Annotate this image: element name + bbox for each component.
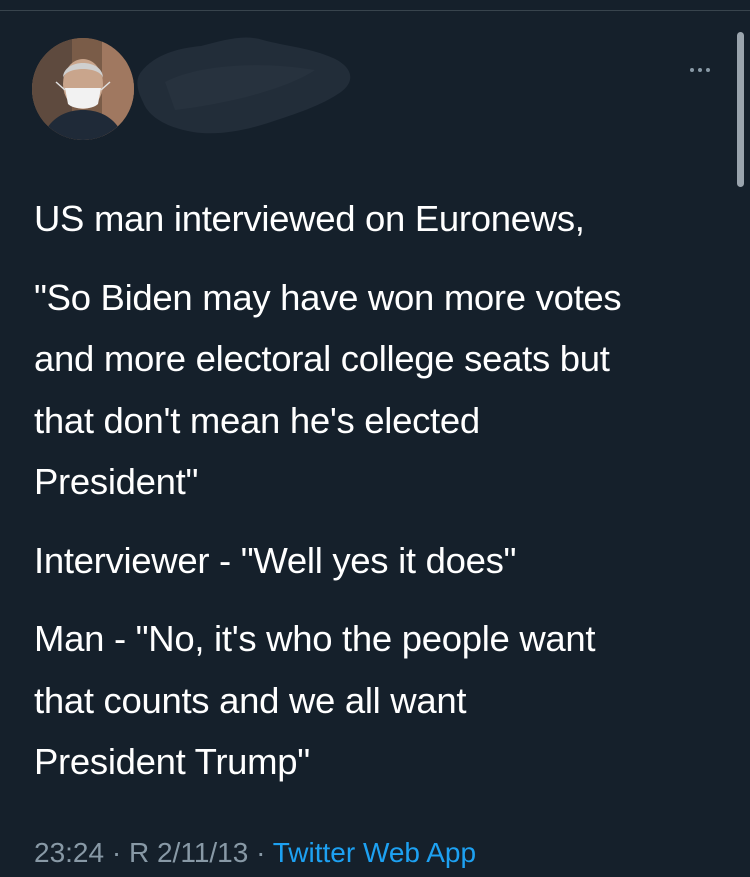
tweet-paragraph: Interviewer - "Well yes it does" xyxy=(34,539,517,581)
avatar[interactable] xyxy=(32,38,134,140)
meta-separator: · xyxy=(248,837,273,868)
tweet-time[interactable]: 23:24 xyxy=(34,837,104,868)
tweet-meta: 23:24 · R 2/11/13 · Twitter Web App xyxy=(34,833,476,873)
tweet-date[interactable]: R 2/11/13 xyxy=(129,837,248,868)
more-options-button[interactable] xyxy=(680,60,720,80)
avatar-image xyxy=(32,38,134,140)
tweet-paragraph: "So Biden may have won more votes and mo… xyxy=(34,276,622,503)
tweet-source-link[interactable]: Twitter Web App xyxy=(273,837,476,868)
scrollbar-thumb[interactable] xyxy=(737,32,744,187)
redacted-name xyxy=(137,37,351,134)
more-horizontal-icon xyxy=(690,68,694,72)
tweet-paragraph: US man interviewed on Euronews, xyxy=(34,198,585,239)
tweet-paragraph: Man - "No, it's who the people want that… xyxy=(34,618,596,782)
meta-separator: · xyxy=(104,837,129,868)
top-divider xyxy=(0,10,750,11)
tweet-text: US man interviewed on Euronews, "So Bide… xyxy=(34,188,724,810)
